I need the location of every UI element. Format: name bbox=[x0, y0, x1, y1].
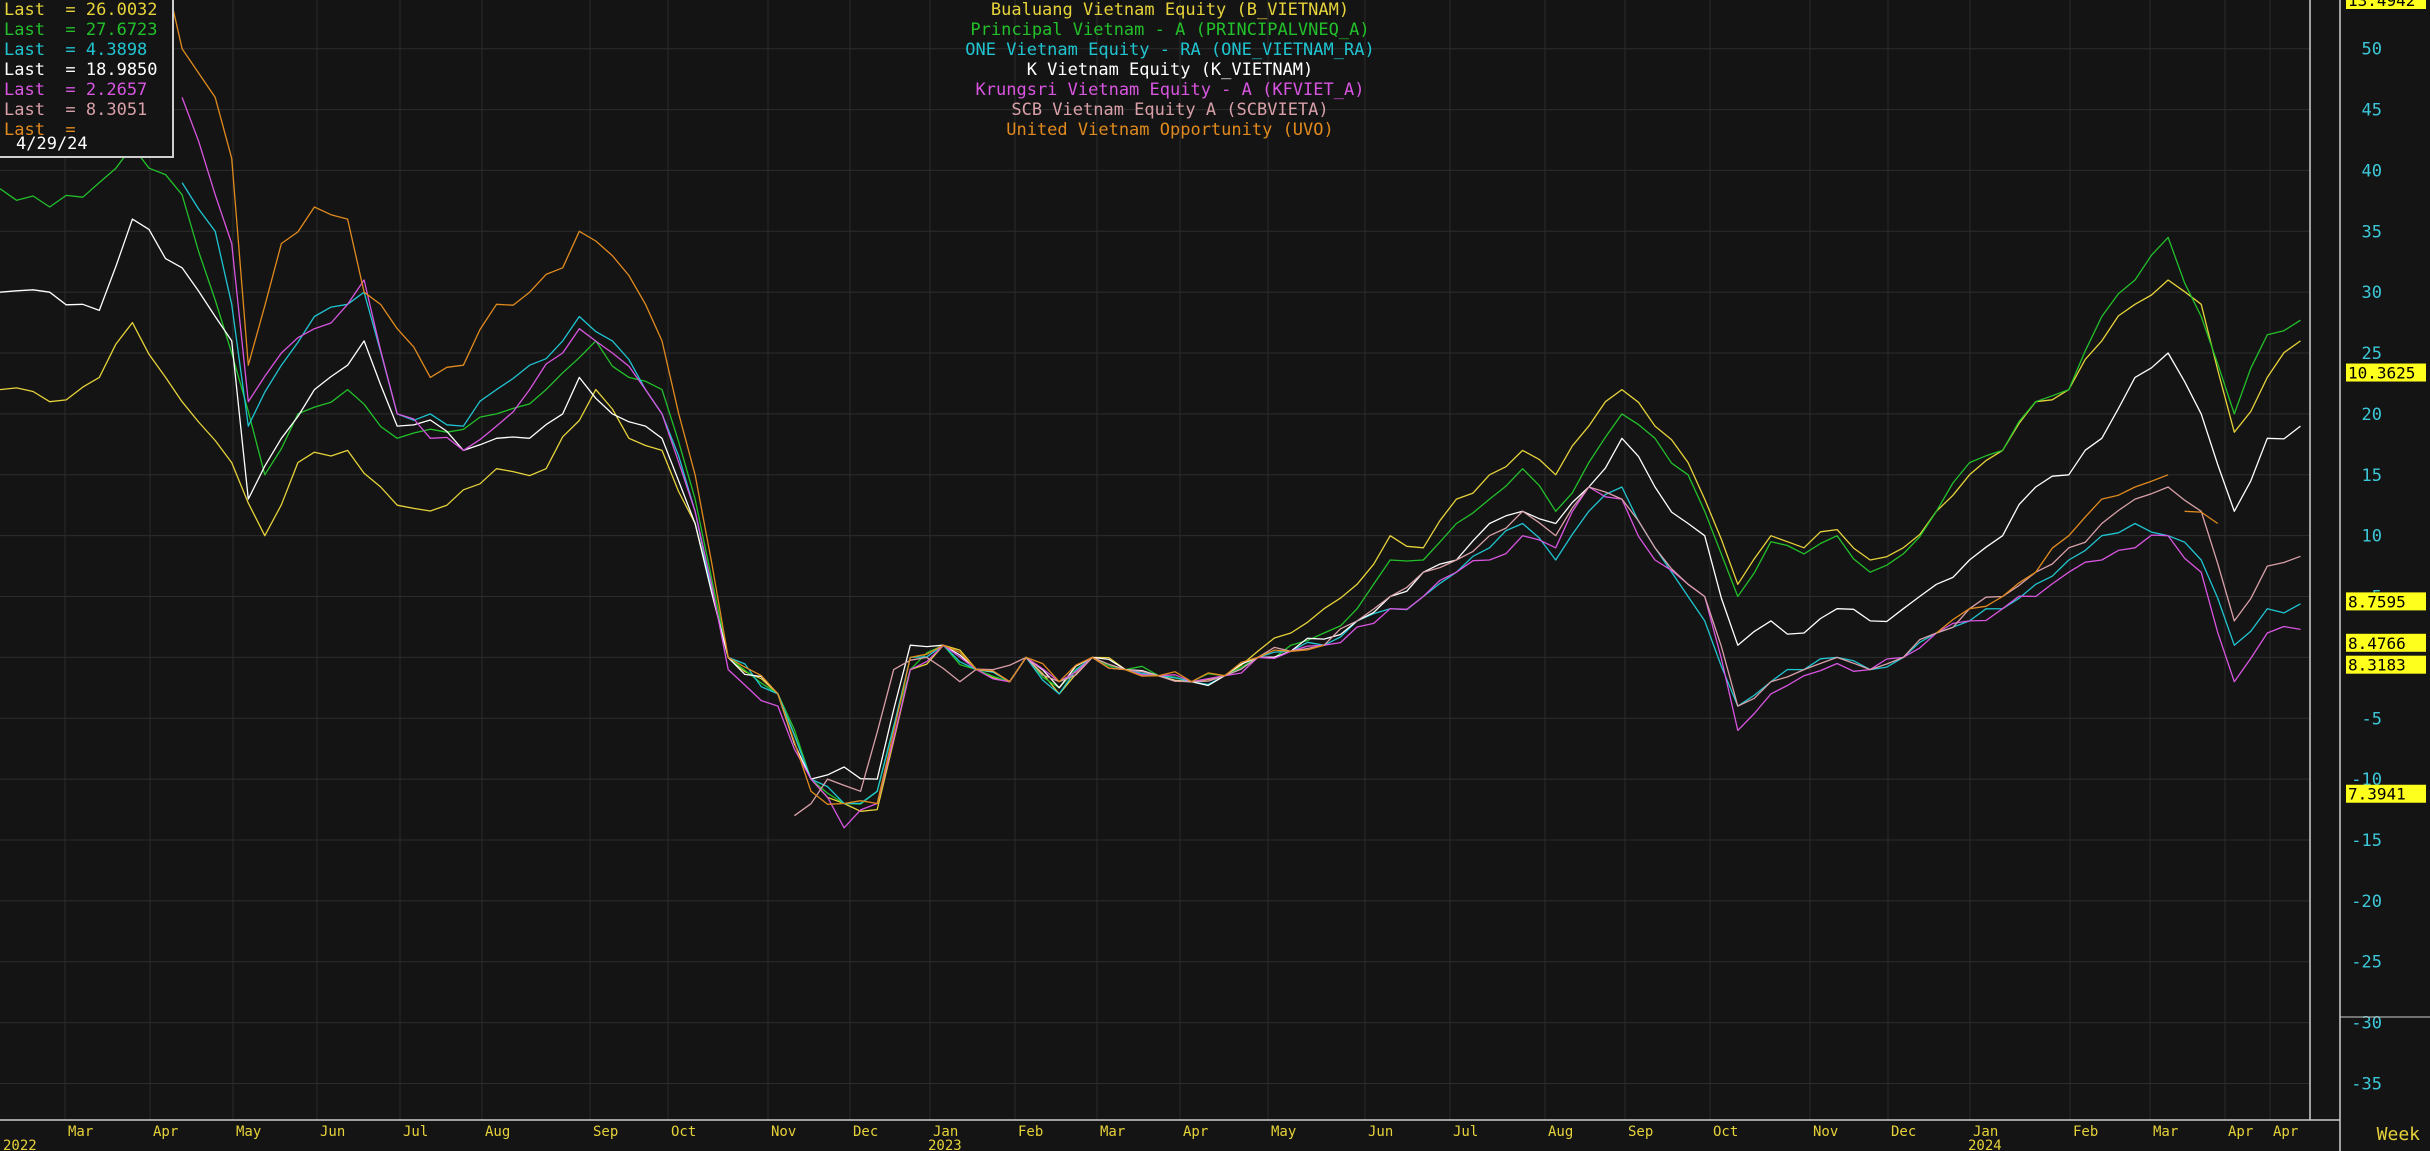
x-month-label: Sep bbox=[1628, 1124, 1653, 1140]
legend-row: Last = 2.2657 bbox=[4, 80, 148, 100]
x-month-label: Jun bbox=[320, 1124, 345, 1140]
series-title: ONE Vietnam Equity - RA (ONE_VIETNAM_RA) bbox=[965, 40, 1375, 60]
y-tick-label: -5 bbox=[2362, 709, 2382, 729]
y-tick-label: 35 bbox=[2362, 222, 2382, 242]
svg-text:13.4942: 13.4942 bbox=[2348, 0, 2415, 10]
chart-canvas: 5045403530252015105-5-10-15-20-25-30-35M… bbox=[0, 0, 2430, 1151]
x-month-label: Mar bbox=[1100, 1124, 1125, 1140]
legend-box: Last = 26.0032 Last = 27.6723 Last = 4.389… bbox=[0, 0, 174, 158]
x-month-label: May bbox=[1271, 1124, 1296, 1140]
legend-row: Last = 26.0032 bbox=[4, 0, 158, 20]
value-tag: 13.4942 bbox=[2346, 0, 2426, 10]
y-tick-label: 45 bbox=[2362, 101, 2382, 121]
x-month-label: Apr bbox=[1183, 1124, 1208, 1140]
legend-row: Last = 18.9850 bbox=[4, 60, 158, 80]
value-tag: 8.7595 bbox=[2346, 592, 2426, 611]
series-titles: Bualuang Vietnam Equity (B_VIETNAM) Princ… bbox=[870, 0, 1470, 140]
x-month-label: Feb bbox=[2073, 1124, 2098, 1140]
series-line bbox=[1935, 474, 2169, 634]
value-tag: 7.3941 bbox=[2346, 784, 2426, 804]
x-year-label: 2024 bbox=[1968, 1138, 2002, 1151]
grid bbox=[0, 0, 2310, 1120]
series-title: Krungsri Vietnam Equity - A (KFVIET_A) bbox=[975, 80, 1365, 100]
svg-text:10.3625: 10.3625 bbox=[2348, 364, 2415, 383]
series-line bbox=[794, 486, 2301, 817]
y-tick-label: -15 bbox=[2351, 831, 2382, 851]
x-month-label: Aug bbox=[1548, 1124, 1573, 1140]
x-month-label: Nov bbox=[771, 1124, 796, 1140]
y-tick-label: -20 bbox=[2351, 892, 2382, 912]
x-month-label: Sep bbox=[593, 1124, 618, 1140]
y-tick-label: 25 bbox=[2362, 344, 2382, 364]
value-tag: 10.3625 bbox=[2346, 363, 2426, 383]
x-month-label: Apr bbox=[2273, 1124, 2298, 1140]
x-month-label: May bbox=[236, 1124, 261, 1140]
x-month-label: Dec bbox=[1891, 1124, 1916, 1140]
y-tick-label: -35 bbox=[2351, 1074, 2382, 1094]
frequency-label: Week bbox=[2377, 1124, 2421, 1145]
y-tick-label: 20 bbox=[2362, 405, 2382, 425]
y-tick-label: 15 bbox=[2362, 466, 2382, 486]
x-month-label: Nov bbox=[1813, 1124, 1838, 1140]
x-month-label: Apr bbox=[2228, 1124, 2253, 1140]
x-month-label: Jul bbox=[1453, 1124, 1478, 1140]
series-line bbox=[0, 218, 2301, 780]
y-tick-label: 30 bbox=[2362, 283, 2382, 303]
legend-row: Last = 8.3051 bbox=[4, 100, 148, 120]
axes: 5045403530252015105-5-10-15-20-25-30-35M… bbox=[0, 0, 2430, 1151]
legend-date: 4/29/24 bbox=[16, 134, 88, 154]
y-tick-label: -25 bbox=[2351, 953, 2382, 973]
x-month-label: Mar bbox=[68, 1124, 93, 1140]
svg-text:7.3941: 7.3941 bbox=[2348, 785, 2406, 804]
x-month-label: Feb bbox=[1018, 1124, 1043, 1140]
value-tag: 8.4766 bbox=[2346, 633, 2426, 653]
svg-text:8.3183: 8.3183 bbox=[2348, 656, 2406, 675]
x-year-label: 2022 bbox=[3, 1138, 37, 1151]
x-month-label: Oct bbox=[671, 1124, 696, 1140]
y-tick-label: 40 bbox=[2362, 161, 2382, 181]
series-title: United Vietnam Opportunity (UVO) bbox=[1006, 120, 1334, 140]
y-tick-label: 10 bbox=[2362, 527, 2382, 547]
x-month-label: Dec bbox=[853, 1124, 878, 1140]
legend-row: Last = 27.6723 bbox=[4, 20, 158, 40]
series-title: Principal Vietnam - A (PRINCIPALVNEQ_A) bbox=[970, 20, 1370, 40]
x-month-label: Jun bbox=[1368, 1124, 1393, 1140]
value-tag: 8.3183 bbox=[2346, 655, 2426, 675]
series-title: SCB Vietnam Equity A (SCBVIETA) bbox=[1011, 100, 1329, 120]
svg-text:8.7595: 8.7595 bbox=[2348, 592, 2406, 611]
series-title: K Vietnam Equity (K_VIETNAM) bbox=[1026, 60, 1314, 80]
legend-row: Last = 4.3898 bbox=[4, 40, 148, 60]
x-month-label: Apr bbox=[153, 1124, 178, 1140]
series-title: Bualuang Vietnam Equity (B_VIETNAM) bbox=[990, 0, 1350, 20]
svg-text:8.4766: 8.4766 bbox=[2348, 634, 2406, 653]
x-month-label: Oct bbox=[1713, 1124, 1738, 1140]
series-line bbox=[0, 279, 2301, 812]
x-year-label: 2023 bbox=[928, 1138, 962, 1151]
x-month-label: Mar bbox=[2153, 1124, 2178, 1140]
x-month-label: Jul bbox=[403, 1124, 428, 1140]
series-line bbox=[181, 182, 2301, 805]
x-month-label: Aug bbox=[485, 1124, 510, 1140]
y-tick-label: 50 bbox=[2362, 40, 2382, 60]
